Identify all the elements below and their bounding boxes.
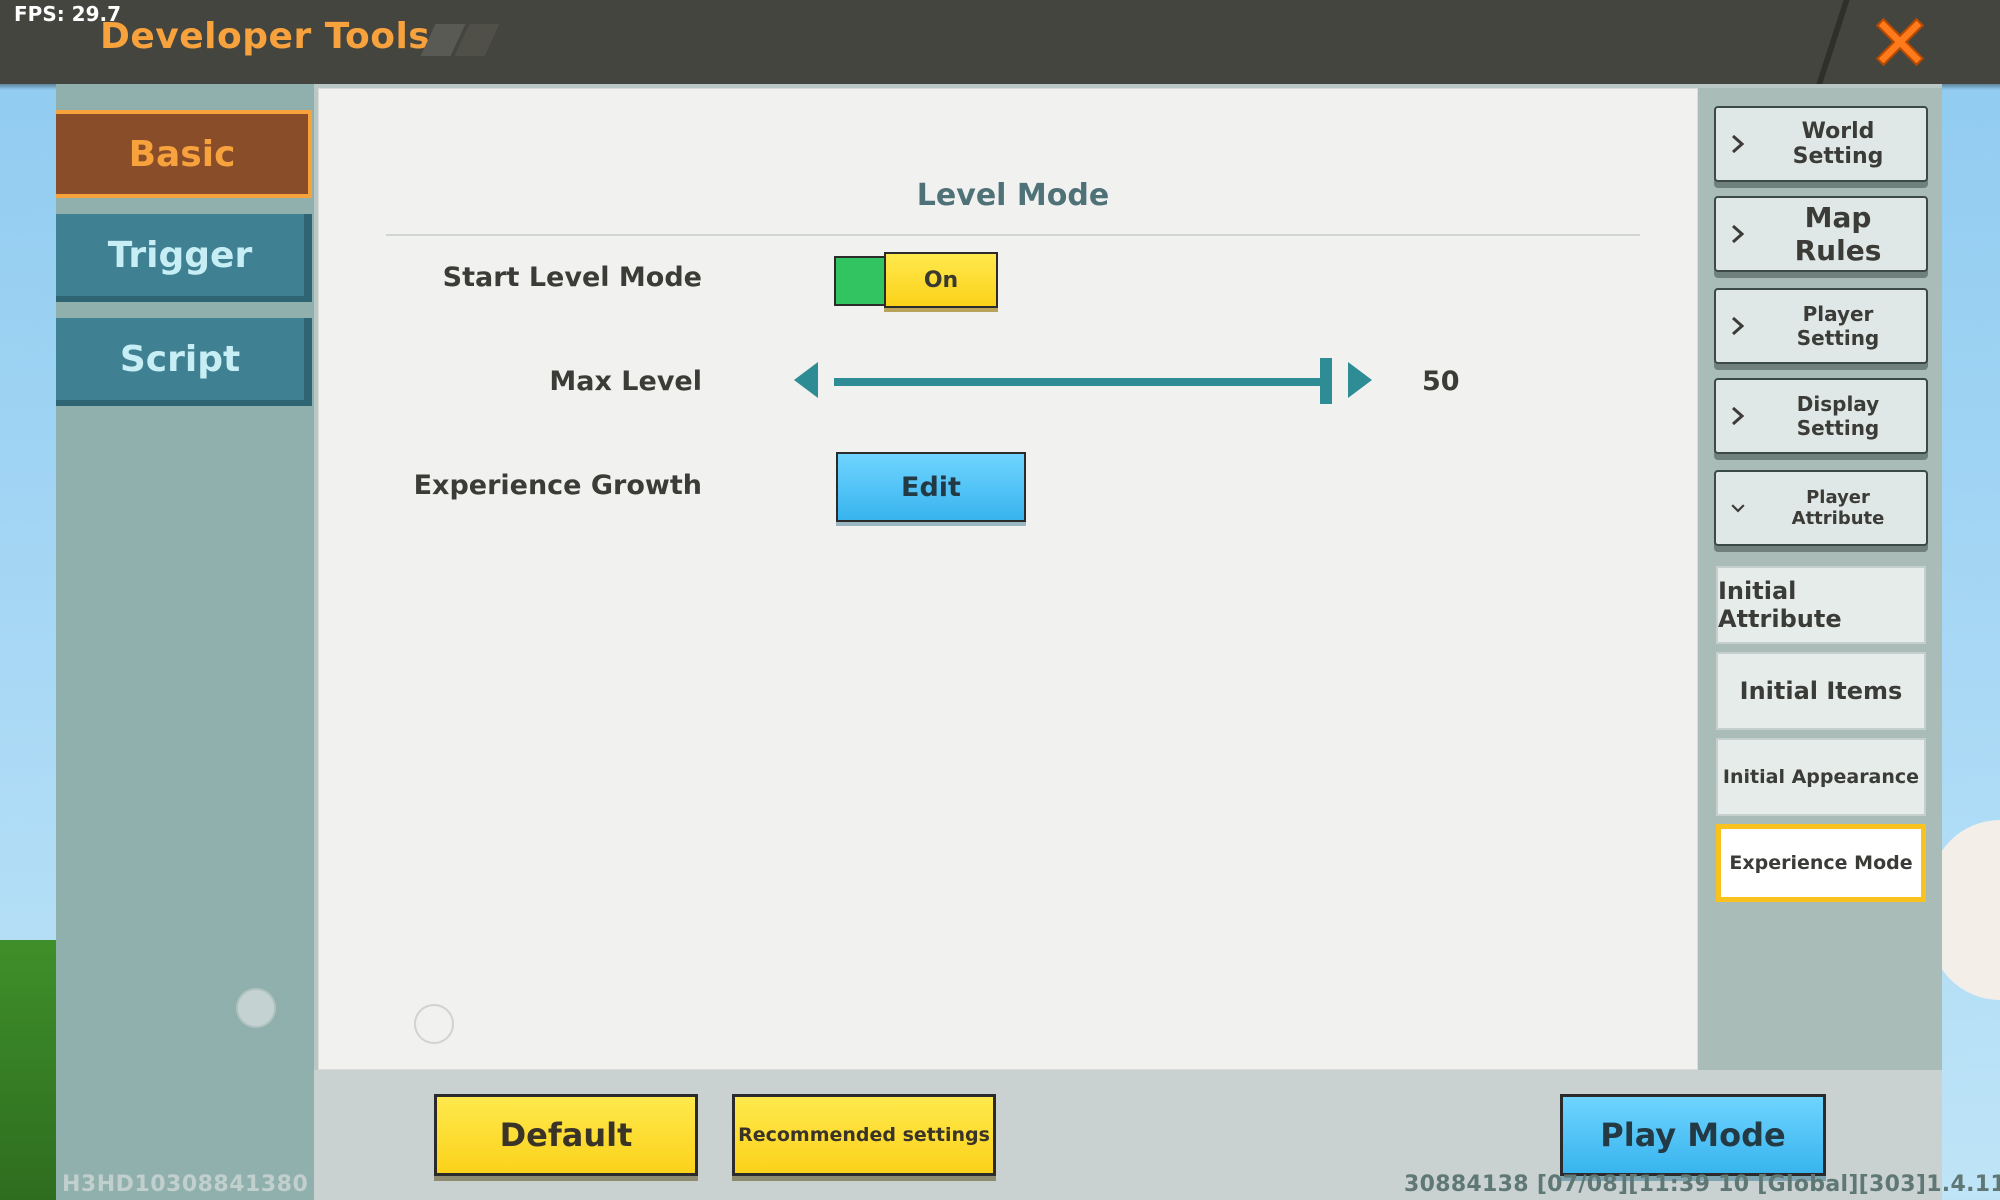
world-setting-button[interactable]: World Setting (1714, 106, 1928, 182)
nav-basic[interactable]: Basic (56, 110, 312, 198)
max-level-value: 50 (1422, 366, 1460, 397)
initial-items-button[interactable]: Initial Items (1716, 652, 1926, 730)
toggle-knob: On (884, 252, 998, 308)
player-setting-button[interactable]: Player Setting (1714, 288, 1928, 364)
display-setting-label: Display Setting (1796, 392, 1880, 440)
close-icon (1875, 17, 1925, 67)
play-mode-button[interactable]: Play Mode (1560, 1094, 1826, 1176)
world-setting-label: World Setting (1792, 119, 1884, 169)
chevron-right-icon (1716, 405, 1760, 427)
panel-indicator-dot (414, 1004, 454, 1044)
chevron-right-icon (1716, 133, 1760, 155)
nav-script[interactable]: Script (56, 318, 312, 406)
initial-attribute-button[interactable]: Initial Attribute (1716, 566, 1926, 644)
start-level-mode-toggle[interactable]: On (834, 252, 998, 308)
joystick-dot[interactable] (236, 988, 276, 1028)
close-button[interactable] (1860, 4, 1940, 80)
map-rules-button[interactable]: Map Rules (1714, 196, 1928, 272)
max-level-label: Max Level (549, 366, 702, 397)
player-attribute-label: Player Attribute (1791, 487, 1885, 529)
display-setting-button[interactable]: Display Setting (1714, 378, 1928, 454)
section-divider (386, 234, 1640, 236)
experience-growth-edit-button[interactable]: Edit (836, 452, 1026, 522)
map-rules-label: Map Rules (1794, 201, 1882, 267)
default-button[interactable]: Default (434, 1094, 698, 1176)
experience-growth-label: Experience Growth (413, 470, 702, 501)
nav-trigger[interactable]: Trigger (56, 214, 312, 302)
slider-decrease-arrow-icon[interactable] (794, 362, 818, 398)
max-level-slider-track[interactable] (834, 378, 1328, 386)
toggle-track-on (834, 256, 888, 306)
experience-mode-button[interactable]: Experience Mode (1716, 824, 1926, 902)
slider-increase-arrow-icon[interactable] (1348, 362, 1372, 398)
version-info: 30884138 [07/08][11:39 10 [Global][303]1… (1404, 1172, 2000, 1197)
section-title: Level Mode (916, 178, 1110, 213)
window-title: Developer Tools (100, 16, 431, 57)
recommended-settings-button[interactable]: Recommended settings (732, 1094, 996, 1176)
chevron-right-icon (1716, 315, 1760, 337)
chevron-right-icon (1716, 223, 1760, 245)
max-level-slider-handle[interactable] (1320, 358, 1332, 404)
map-id-text: H3HD10308841380 (62, 1172, 309, 1197)
chevron-down-icon (1716, 497, 1760, 519)
player-attribute-button[interactable]: Player Attribute (1714, 470, 1928, 546)
start-level-mode-label: Start Level Mode (442, 262, 702, 293)
initial-appearance-button[interactable]: Initial Appearance (1716, 738, 1926, 816)
player-setting-label: Player Setting (1796, 302, 1880, 350)
